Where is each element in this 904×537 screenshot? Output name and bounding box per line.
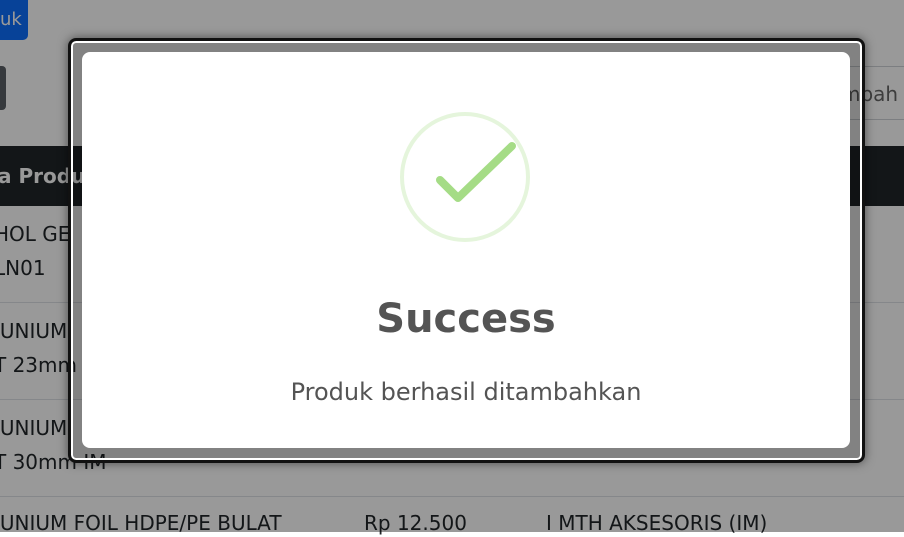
dialog-title: Success	[376, 296, 556, 342]
success-dialog: Success Produk berhasil ditambahkan	[82, 52, 850, 448]
success-check-icon	[400, 112, 530, 242]
dialog-message: Produk berhasil ditambahkan	[290, 378, 642, 406]
